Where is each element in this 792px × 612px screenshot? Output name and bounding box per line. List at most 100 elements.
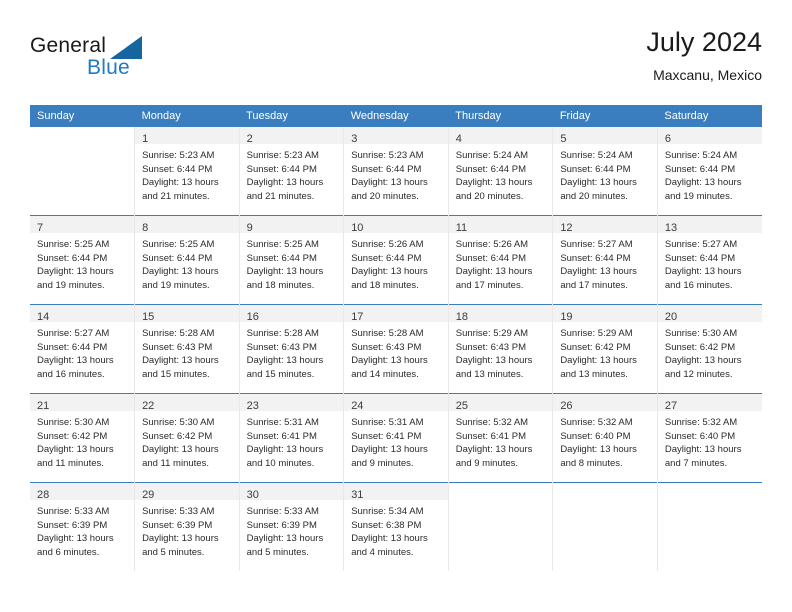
calendar-day-cell[interactable]: 31 Sunrise: 5:34 AM Sunset: 6:38 PM Dayligh…: [343, 482, 449, 571]
daylight-text: Daylight: 13 hours and 20 minutes.: [560, 177, 637, 202]
calendar-day-cell[interactable]: 27 Sunrise: 5:32 AM Sunset: 6:40 PM Dayligh…: [656, 393, 762, 483]
calendar-week-row: 28 Sunrise: 5:33 AM Sunset: 6:39 PM Dayligh…: [30, 482, 762, 571]
calendar-day-cell[interactable]: 26 Sunrise: 5:32 AM Sunset: 6:40 PM Dayligh…: [552, 393, 658, 483]
calendar-day-cell[interactable]: 14 Sunrise: 5:27 AM Sunset: 6:44 PM Dayligh…: [30, 304, 135, 394]
calendar-grid: Sunday Monday Tuesday Wednesday Thursday…: [30, 105, 762, 571]
day-number-band: [657, 483, 762, 500]
sunset-text: Sunset: 6:44 PM: [351, 252, 422, 264]
calendar-day-cell[interactable]: 25 Sunrise: 5:32 AM Sunset: 6:41 PM Dayligh…: [447, 393, 553, 483]
sunrise-text: Sunrise: 5:29 AM: [455, 328, 529, 339]
sunset-text: Sunset: 6:44 PM: [560, 252, 631, 264]
calendar-day-cell[interactable]: 8 Sunrise: 5:25 AM Sunset: 6:44 PM Daylight…: [134, 215, 240, 305]
calendar-day-cell[interactable]: 17 Sunrise: 5:28 AM Sunset: 6:43 PM Dayligh…: [343, 304, 449, 394]
sunset-text: Sunset: 6:43 PM: [246, 341, 317, 353]
calendar-day-cell[interactable]: 18 Sunrise: 5:29 AM Sunset: 6:43 PM Dayligh…: [447, 304, 553, 394]
day-number: 27: [664, 400, 678, 412]
day-number: 8: [142, 222, 149, 234]
sunrise-text: Sunrise: 5:32 AM: [664, 417, 738, 428]
calendar-day-cell[interactable]: 16 Sunrise: 5:28 AM Sunset: 6:43 PM Dayligh…: [238, 304, 344, 394]
calendar-day-cell[interactable]: 1 Sunrise: 5:23 AM Sunset: 6:44 PM Daylight…: [134, 127, 240, 216]
day-details: Sunrise: 5:28 AM Sunset: 6:43 PM Daylight:…: [135, 322, 239, 381]
day-number-band: 22: [135, 394, 239, 412]
daylight-text: Daylight: 13 hours and 20 minutes.: [455, 177, 533, 202]
day-number-band: 14: [30, 305, 135, 323]
daylight-text: Daylight: 13 hours and 4 minutes.: [351, 533, 428, 558]
calendar-day-cell[interactable]: 24 Sunrise: 5:31 AM Sunset: 6:41 PM Dayligh…: [343, 393, 449, 483]
sunrise-text: Sunrise: 5:25 AM: [246, 239, 319, 250]
day-number: 10: [351, 222, 364, 234]
sunset-text: Sunset: 6:44 PM: [455, 252, 526, 264]
calendar-header-row: Sunday Monday Tuesday Wednesday Thursday…: [30, 105, 762, 127]
general-blue-logo: General Blue: [30, 34, 210, 90]
sunset-text: Sunset: 6:42 PM: [560, 341, 631, 353]
day-number: 6: [664, 133, 671, 145]
daylight-text: Daylight: 13 hours and 9 minutes.: [455, 444, 533, 469]
sunset-text: Sunset: 6:39 PM: [142, 519, 213, 531]
daylight-text: Daylight: 13 hours and 21 minutes.: [246, 177, 324, 202]
sunset-text: Sunset: 6:44 PM: [37, 252, 108, 264]
daylight-text: Daylight: 13 hours and 9 minutes.: [351, 444, 428, 469]
day-number-band: [553, 483, 657, 500]
sunset-text: Sunset: 6:41 PM: [246, 430, 317, 442]
daylight-text: Daylight: 13 hours and 18 minutes.: [246, 266, 324, 291]
calendar-day-cell[interactable]: 11 Sunrise: 5:26 AM Sunset: 6:44 PM Dayligh…: [447, 215, 553, 305]
weekday-header-saturday: Saturday: [657, 105, 762, 127]
sunset-text: Sunset: 6:38 PM: [351, 519, 422, 531]
calendar-day-cell[interactable]: 30 Sunrise: 5:33 AM Sunset: 6:39 PM Dayligh…: [238, 482, 344, 571]
calendar-day-cell[interactable]: 12 Sunrise: 5:27 AM Sunset: 6:44 PM Dayligh…: [552, 215, 658, 305]
day-details: Sunrise: 5:25 AM Sunset: 6:44 PM Daylight:…: [135, 233, 239, 292]
calendar-day-cell[interactable]: 15 Sunrise: 5:28 AM Sunset: 6:43 PM Dayligh…: [134, 304, 240, 394]
calendar-day-cell[interactable]: 9 Sunrise: 5:25 AM Sunset: 6:44 PM Daylight…: [238, 215, 344, 305]
daylight-text: Daylight: 13 hours and 5 minutes.: [142, 533, 219, 558]
calendar-day-cell[interactable]: 3 Sunrise: 5:23 AM Sunset: 6:44 PM Daylight…: [343, 127, 449, 216]
day-details: Sunrise: 5:25 AM Sunset: 6:44 PM Daylight:…: [240, 233, 344, 292]
sunset-text: Sunset: 6:41 PM: [351, 430, 422, 442]
day-number: 17: [351, 311, 364, 323]
daylight-text: Daylight: 13 hours and 15 minutes.: [142, 355, 219, 380]
calendar-body: 1 Sunrise: 5:23 AM Sunset: 6:44 PM Daylight…: [30, 127, 762, 571]
logo-text-blue: Blue: [87, 56, 130, 79]
sunrise-text: Sunrise: 5:32 AM: [560, 417, 633, 428]
sunset-text: Sunset: 6:42 PM: [37, 430, 108, 442]
sunset-text: Sunset: 6:44 PM: [560, 163, 631, 175]
day-details: Sunrise: 5:26 AM Sunset: 6:44 PM Daylight:…: [449, 233, 553, 292]
day-number-band: 13: [657, 216, 762, 234]
calendar-day-cell[interactable]: 5 Sunrise: 5:24 AM Sunset: 6:44 PM Daylight…: [552, 127, 658, 216]
calendar-day-cell[interactable]: 22 Sunrise: 5:30 AM Sunset: 6:42 PM Dayligh…: [134, 393, 240, 483]
calendar-day-cell[interactable]: 2 Sunrise: 5:23 AM Sunset: 6:44 PM Daylight…: [238, 127, 344, 216]
sunset-text: Sunset: 6:41 PM: [455, 430, 526, 442]
sunrise-text: Sunrise: 5:24 AM: [455, 150, 529, 161]
calendar-day-cell[interactable]: 7 Sunrise: 5:25 AM Sunset: 6:44 PM Daylight…: [30, 215, 135, 305]
day-details: Sunrise: 5:29 AM Sunset: 6:43 PM Daylight:…: [449, 322, 553, 381]
calendar-cell-empty: [656, 482, 762, 571]
daylight-text: Daylight: 13 hours and 16 minutes.: [664, 266, 742, 291]
calendar-day-cell[interactable]: 13 Sunrise: 5:27 AM Sunset: 6:44 PM Dayligh…: [656, 215, 762, 305]
calendar-day-cell[interactable]: 23 Sunrise: 5:31 AM Sunset: 6:41 PM Dayligh…: [238, 393, 344, 483]
calendar-day-cell[interactable]: 6 Sunrise: 5:24 AM Sunset: 6:44 PM Daylight…: [656, 127, 762, 216]
calendar-day-cell[interactable]: 28 Sunrise: 5:33 AM Sunset: 6:39 PM Dayligh…: [30, 482, 135, 571]
daylight-text: Daylight: 13 hours and 16 minutes.: [37, 355, 114, 380]
page-subtitle: Maxcanu, Mexico: [653, 67, 762, 83]
sunrise-text: Sunrise: 5:28 AM: [246, 328, 319, 339]
day-number: 19: [560, 311, 573, 323]
daylight-text: Daylight: 13 hours and 19 minutes.: [37, 266, 114, 291]
day-details: Sunrise: 5:27 AM Sunset: 6:44 PM Daylight:…: [658, 233, 762, 292]
calendar-day-cell[interactable]: 10 Sunrise: 5:26 AM Sunset: 6:44 PM Dayligh…: [343, 215, 449, 305]
daylight-text: Daylight: 13 hours and 14 minutes.: [351, 355, 428, 380]
calendar-day-cell[interactable]: 21 Sunrise: 5:30 AM Sunset: 6:42 PM Dayligh…: [30, 393, 135, 483]
weekday-header-sunday: Sunday: [30, 105, 135, 127]
daylight-text: Daylight: 13 hours and 20 minutes.: [351, 177, 428, 202]
day-number-band: 12: [553, 216, 657, 234]
day-number: 31: [351, 489, 364, 501]
calendar-day-cell[interactable]: 19 Sunrise: 5:29 AM Sunset: 6:42 PM Dayligh…: [552, 304, 658, 394]
calendar-day-cell[interactable]: 29 Sunrise: 5:33 AM Sunset: 6:39 PM Dayligh…: [134, 482, 240, 571]
calendar-day-cell[interactable]: 20 Sunrise: 5:30 AM Sunset: 6:42 PM Dayligh…: [656, 304, 762, 394]
sunset-text: Sunset: 6:43 PM: [142, 341, 213, 353]
sunset-text: Sunset: 6:39 PM: [246, 519, 317, 531]
sunset-text: Sunset: 6:44 PM: [664, 163, 736, 175]
calendar-day-cell[interactable]: 4 Sunrise: 5:24 AM Sunset: 6:44 PM Daylight…: [447, 127, 553, 216]
sunset-text: Sunset: 6:44 PM: [455, 163, 526, 175]
day-number-band: 24: [344, 394, 448, 412]
sunrise-text: Sunrise: 5:25 AM: [37, 239, 110, 250]
sunset-text: Sunset: 6:43 PM: [455, 341, 526, 353]
